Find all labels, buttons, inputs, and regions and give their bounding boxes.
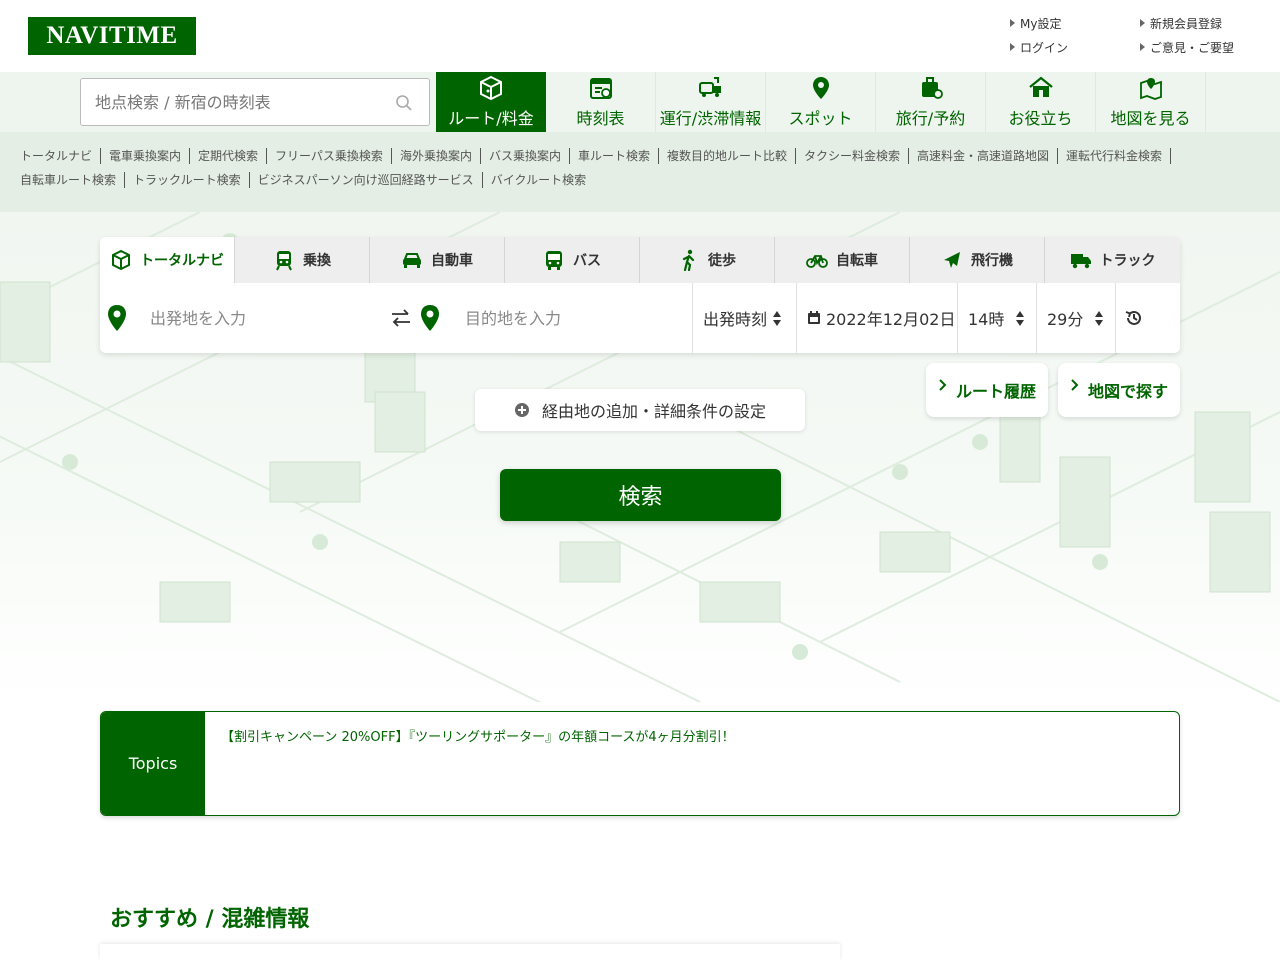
triangle-right-icon — [1140, 19, 1145, 27]
header: NAVITIME My設定 新規会員登録 ログイン ご意見・ご要望 — [0, 0, 1280, 72]
destination-input[interactable] — [465, 308, 692, 328]
chevron-right-icon — [1071, 379, 1079, 391]
mode-tab-train[interactable]: 乗換 — [235, 237, 370, 283]
sublink-multi-destination[interactable]: 複数目的地ルート比較 — [659, 148, 796, 164]
spot-search-input[interactable] — [95, 92, 385, 112]
nav-tabs: ルート/料金 時刻表 運行/渋滞情報 スポット 旅行/予約 お役立ち 地図を見る — [436, 72, 1206, 132]
sublink-free-pass[interactable]: フリーパス乗換検索 — [267, 148, 392, 164]
suitcase-icon — [921, 77, 943, 99]
tab-view-map[interactable]: 地図を見る — [1096, 72, 1206, 132]
main-nav: ルート/料金 時刻表 運行/渋滞情報 スポット 旅行/予約 お役立ち 地図を見る — [0, 72, 1280, 132]
mode-tab-total-navi[interactable]: トータルナビ — [100, 237, 235, 283]
history-button[interactable] — [1115, 283, 1151, 353]
sublink-train[interactable]: 電車乗換案内 — [101, 148, 191, 164]
updown-icon — [1095, 310, 1104, 326]
topics-label: Topics — [101, 712, 205, 815]
plus-circle-icon — [514, 403, 529, 417]
triangle-right-icon — [1010, 19, 1015, 27]
feedback-link[interactable]: ご意見・ご要望 — [1140, 38, 1250, 56]
mode-tab-bus[interactable]: バス — [505, 237, 640, 283]
tab-travel-reserve[interactable]: 旅行/予約 — [876, 72, 986, 132]
minute-select[interactable]: 29分 — [1036, 283, 1115, 353]
triangle-right-icon — [1010, 43, 1015, 51]
route-inputs: 出発時刻 2022年12月02日 14時 29分 — [100, 283, 1180, 353]
my-settings-link[interactable]: My設定 — [1010, 14, 1140, 32]
updown-icon — [1016, 310, 1025, 326]
register-link[interactable]: 新規会員登録 — [1140, 14, 1250, 32]
route-history-button[interactable]: ルート履歴 — [926, 363, 1048, 417]
sublink-taxi[interactable]: タクシー料金検索 — [796, 148, 910, 164]
login-link[interactable]: ログイン — [1010, 38, 1140, 56]
sublink-highway[interactable]: 高速料金・高速道路地図 — [909, 148, 1059, 164]
mode-tab-car[interactable]: 自動車 — [370, 237, 505, 283]
calendar-icon — [808, 311, 820, 324]
mode-tab-walk[interactable]: 徒歩 — [640, 237, 775, 283]
sublink-car-route[interactable]: 車ルート検索 — [570, 148, 659, 164]
destination-pin-icon — [421, 305, 439, 331]
mode-tabs: トータルナビ 乗換 自動車 バス 徒歩 自転車 飛行機 トラック — [100, 237, 1180, 283]
route-search-panel: トータルナビ 乗換 自動車 バス 徒歩 自転車 飛行機 トラック 出発地を入力 … — [100, 237, 1180, 353]
updown-icon — [773, 310, 782, 326]
car-icon — [403, 253, 421, 268]
sub-links: トータルナビ 電車乗換案内 定期代検索 フリーパス乗換検索 海外乗換案内 バス乗… — [12, 148, 1270, 188]
tab-traffic-info[interactable]: 運行/渋滞情報 — [656, 72, 766, 132]
triangle-right-icon — [1140, 43, 1145, 51]
sublink-bicycle[interactable]: 自転車ルート検索 — [12, 172, 126, 188]
sublink-bike[interactable]: バイクルート検索 — [483, 172, 594, 188]
navitime-logo[interactable]: NAVITIME — [28, 17, 196, 55]
sublink-truck[interactable]: トラックルート検索 — [125, 172, 250, 188]
recommend-title: おすすめ / 混雑情報 — [110, 907, 310, 932]
search-button[interactable]: 検索 — [500, 469, 781, 521]
sublink-overseas[interactable]: 海外乗換案内 — [392, 148, 481, 164]
date-select[interactable]: 2022年12月02日 — [796, 283, 957, 353]
sublink-commuter-pass[interactable]: 定期代検索 — [190, 148, 268, 164]
history-clock-icon — [1125, 310, 1141, 325]
time-type-select[interactable]: 出発時刻 — [692, 283, 796, 353]
sublink-designated-driver[interactable]: 運転代行料金検索 — [1058, 148, 1172, 164]
sublink-business-patrol[interactable]: ビジネスパーソン向け巡回経路サービス — [250, 172, 483, 188]
origin-input[interactable] — [150, 308, 390, 328]
train-icon — [276, 251, 292, 271]
map-icon — [1139, 78, 1162, 100]
sublink-total-navi[interactable]: トータルナビ — [12, 148, 102, 164]
topics-box: Topics 【割引キャンペーン 20%OFF】『ツーリングサポーター』の年額コ… — [100, 711, 1180, 816]
airplane-icon — [944, 252, 960, 268]
tab-useful[interactable]: お役立ち — [986, 72, 1096, 132]
bus-icon — [546, 251, 562, 270]
bicycle-icon — [806, 255, 828, 268]
house-icon — [1028, 76, 1053, 97]
recommend-card — [100, 944, 840, 960]
origin-pin-icon — [108, 305, 126, 331]
hour-select[interactable]: 14時 — [957, 283, 1036, 353]
search-icon[interactable] — [395, 94, 413, 112]
tab-timetable[interactable]: 時刻表 — [546, 72, 656, 132]
sub-links-bar: トータルナビ 電車乗換案内 定期代検索 フリーパス乗換検索 海外乗換案内 バス乗… — [0, 132, 1280, 212]
tab-spot[interactable]: スポット — [766, 72, 876, 132]
mode-tab-airplane[interactable]: 飛行機 — [910, 237, 1045, 283]
detail-conditions-button[interactable]: 経由地の追加・詳細条件の設定 — [475, 389, 805, 431]
truck-icon — [1070, 254, 1091, 269]
map-search-button[interactable]: 地図で探す — [1058, 363, 1180, 417]
chevron-right-icon — [939, 379, 947, 391]
total-navi-icon — [112, 249, 130, 271]
spot-pin-icon — [812, 77, 829, 99]
walk-icon — [682, 249, 695, 271]
sublink-bus[interactable]: バス乗換案内 — [481, 148, 570, 164]
traffic-icon — [698, 77, 721, 97]
spot-search-box[interactable] — [80, 78, 430, 126]
timetable-icon — [589, 78, 612, 99]
topics-link[interactable]: 【割引キャンペーン 20%OFF】『ツーリングサポーター』の年額コースが4ヶ月分… — [205, 712, 735, 815]
mode-tab-bicycle[interactable]: 自転車 — [775, 237, 910, 283]
mode-tab-truck[interactable]: トラック — [1045, 237, 1180, 283]
route-box-icon — [480, 75, 502, 101]
swap-icon[interactable] — [389, 306, 413, 330]
user-links: My設定 新規会員登録 ログイン ご意見・ご要望 — [1010, 14, 1250, 56]
tab-route-fare[interactable]: ルート/料金 — [436, 72, 546, 132]
